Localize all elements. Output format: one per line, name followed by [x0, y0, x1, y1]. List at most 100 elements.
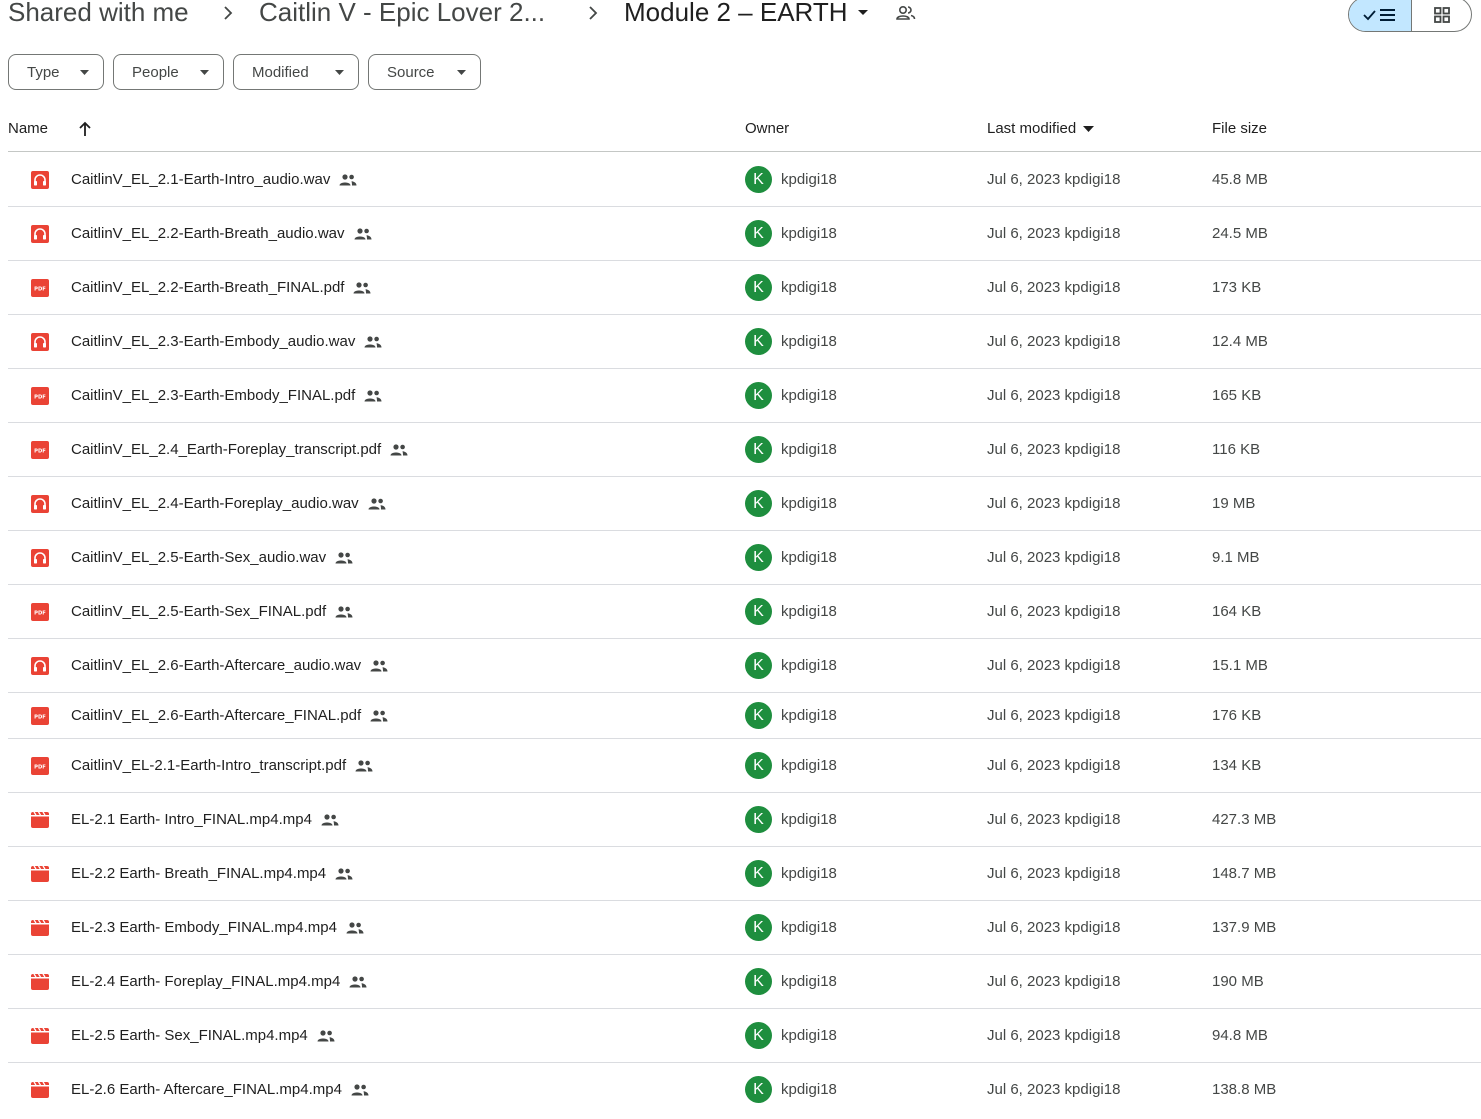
owner-avatar: K — [745, 652, 772, 679]
shared-people-icon — [351, 1083, 369, 1095]
check-list-view-icon — [1363, 8, 1395, 21]
owner-name: kpdigi18 — [781, 603, 837, 620]
owner-name: kpdigi18 — [781, 757, 837, 774]
file-row[interactable]: PDF CaitlinV_EL_2.5-Earth-Sex_FINAL.pdf Kk… — [8, 585, 1481, 639]
video-file-icon — [31, 973, 49, 990]
file-name[interactable]: CaitlinV_EL_2.2-Earth-Breath_FINAL.pdf — [71, 279, 371, 296]
filter-source-chip[interactable]: Source — [368, 54, 481, 90]
shared-people-icon — [353, 281, 371, 293]
last-modified: Jul 6, 2023 kpdigi18 — [987, 549, 1121, 566]
last-modified: Jul 6, 2023 kpdigi18 — [987, 603, 1121, 620]
file-name[interactable]: CaitlinV_EL_2.5-Earth-Sex_FINAL.pdf — [71, 603, 353, 620]
file-row[interactable]: EL-2.4 Earth- Foreplay_FINAL.mp4.mp4 Kkpd… — [8, 955, 1481, 1009]
file-row[interactable]: CaitlinV_EL_2.2-Earth-Breath_audio.wav Kk… — [8, 207, 1481, 261]
file-name[interactable]: CaitlinV_EL_2.6-Earth-Aftercare_audio.wa… — [71, 657, 388, 674]
file-name[interactable]: CaitlinV_EL-2.1-Earth-Intro_transcript.p… — [71, 757, 373, 774]
file-name-text: EL-2.2 Earth- Breath_FINAL.mp4.mp4 — [71, 865, 327, 882]
audio-file-icon — [31, 225, 49, 243]
video-file-icon — [31, 1081, 49, 1098]
file-name-text: CaitlinV_EL_2.4-Earth-Foreplay_audio.wav — [71, 495, 359, 512]
file-name[interactable]: EL-2.5 Earth- Sex_FINAL.mp4.mp4 — [71, 1027, 335, 1044]
file-row[interactable]: PDF CaitlinV_EL_2.4_Earth-Foreplay_transc… — [8, 423, 1481, 477]
file-size: 45.8 MB — [1212, 171, 1268, 188]
file-row[interactable]: CaitlinV_EL_2.5-Earth-Sex_audio.wav Kkpdi… — [8, 531, 1481, 585]
last-modified: Jul 6, 2023 kpdigi18 — [987, 279, 1121, 296]
shared-people-icon — [349, 975, 367, 987]
filter-modified-chip[interactable]: Modified — [233, 54, 359, 90]
list-view-button[interactable] — [1349, 0, 1412, 31]
file-row[interactable]: PDF CaitlinV_EL_2.6-Earth-Aftercare_FINAL… — [8, 693, 1481, 739]
shared-folder-people-icon[interactable] — [895, 4, 917, 22]
column-last-modified-header[interactable]: Last modified — [987, 120, 1095, 137]
owner-avatar: K — [745, 382, 772, 409]
filter-people-chip[interactable]: People — [113, 54, 224, 90]
owner-avatar: K — [745, 752, 772, 779]
svg-text:PDF: PDF — [34, 765, 46, 771]
file-size: 94.8 MB — [1212, 1027, 1268, 1044]
pdf-file-icon: PDF — [31, 279, 49, 297]
owner-avatar: K — [745, 274, 772, 301]
column-owner-header[interactable]: Owner — [745, 120, 789, 137]
file-name[interactable]: CaitlinV_EL_2.5-Earth-Sex_audio.wav — [71, 549, 353, 566]
file-list-header: Name Owner Last modified File size — [8, 112, 1481, 152]
file-row[interactable]: EL-2.5 Earth- Sex_FINAL.mp4.mp4 Kkpdigi18… — [8, 1009, 1481, 1063]
audio-file-icon — [31, 549, 49, 567]
file-row[interactable]: EL-2.2 Earth- Breath_FINAL.mp4.mp4 Kkpdig… — [8, 847, 1481, 901]
file-row[interactable]: EL-2.3 Earth- Embody_FINAL.mp4.mp4 Kkpdig… — [8, 901, 1481, 955]
file-row[interactable]: EL-2.6 Earth- Aftercare_FINAL.mp4.mp4 Kkp… — [8, 1063, 1481, 1117]
file-name[interactable]: CaitlinV_EL_2.4_Earth-Foreplay_transcrip… — [71, 441, 408, 458]
video-file-icon — [31, 1027, 49, 1044]
file-name[interactable]: CaitlinV_EL_2.2-Earth-Breath_audio.wav — [71, 225, 372, 242]
file-name[interactable]: EL-2.1 Earth- Intro_FINAL.mp4.mp4 — [71, 811, 339, 828]
breadcrumb-shared-with-me[interactable]: Shared with me — [8, 0, 189, 30]
owner-name: kpdigi18 — [781, 657, 837, 674]
filter-type-chip[interactable]: Type — [8, 54, 104, 90]
breadcrumb-parent-folder[interactable]: Caitlin V - Epic Lover 2... — [259, 0, 545, 30]
grid-view-icon — [1433, 6, 1450, 23]
arrow-up-icon[interactable] — [78, 121, 92, 137]
owner-avatar: K — [745, 860, 772, 887]
file-name[interactable]: EL-2.2 Earth- Breath_FINAL.mp4.mp4 — [71, 865, 353, 882]
breadcrumb-current-folder[interactable]: Module 2 – EARTH — [624, 0, 868, 30]
file-name-text: EL-2.5 Earth- Sex_FINAL.mp4.mp4 — [71, 1027, 308, 1044]
file-name[interactable]: CaitlinV_EL_2.1-Earth-Intro_audio.wav — [71, 171, 357, 188]
owner-avatar: K — [745, 328, 772, 355]
grid-view-button[interactable] — [1412, 0, 1471, 31]
shared-people-icon — [368, 497, 386, 509]
file-name-text: CaitlinV_EL_2.3-Earth-Embody_FINAL.pdf — [71, 387, 356, 404]
file-name[interactable]: CaitlinV_EL_2.3-Earth-Embody_audio.wav — [71, 333, 382, 350]
file-row[interactable]: PDF CaitlinV_EL-2.1-Earth-Intro_transcrip… — [8, 739, 1481, 793]
current-folder-title: Module 2 – EARTH — [624, 0, 848, 27]
pdf-file-icon: PDF — [31, 707, 49, 725]
caret-down-icon — [200, 70, 209, 75]
file-size: 190 MB — [1212, 973, 1264, 990]
file-row[interactable]: CaitlinV_EL_2.4-Earth-Foreplay_audio.wav… — [8, 477, 1481, 531]
file-name[interactable]: CaitlinV_EL_2.4-Earth-Foreplay_audio.wav — [71, 495, 386, 512]
owner-avatar: K — [745, 544, 772, 571]
pdf-file-icon: PDF — [31, 603, 49, 621]
caret-down-icon — [80, 70, 89, 75]
file-row[interactable]: PDF CaitlinV_EL_2.2-Earth-Breath_FINAL.pd… — [8, 261, 1481, 315]
file-name[interactable]: CaitlinV_EL_2.3-Earth-Embody_FINAL.pdf — [71, 387, 382, 404]
file-row[interactable]: CaitlinV_EL_2.1-Earth-Intro_audio.wav Kkp… — [8, 153, 1481, 207]
file-row[interactable]: CaitlinV_EL_2.6-Earth-Aftercare_audio.wa… — [8, 639, 1481, 693]
file-name[interactable]: EL-2.3 Earth- Embody_FINAL.mp4.mp4 — [71, 919, 364, 936]
file-name[interactable]: EL-2.4 Earth- Foreplay_FINAL.mp4.mp4 — [71, 973, 367, 990]
file-name[interactable]: CaitlinV_EL_2.6-Earth-Aftercare_FINAL.pd… — [71, 707, 388, 724]
column-name-header[interactable]: Name — [8, 120, 48, 137]
file-size: 116 KB — [1212, 441, 1261, 458]
last-modified: Jul 6, 2023 kpdigi18 — [987, 1081, 1121, 1098]
file-row[interactable]: CaitlinV_EL_2.3-Earth-Embody_audio.wav Kk… — [8, 315, 1481, 369]
file-row[interactable]: EL-2.1 Earth- Intro_FINAL.mp4.mp4 Kkpdigi… — [8, 793, 1481, 847]
column-file-size-header[interactable]: File size — [1212, 120, 1267, 137]
file-name-text: EL-2.4 Earth- Foreplay_FINAL.mp4.mp4 — [71, 973, 341, 990]
owner-avatar: K — [745, 702, 772, 729]
file-name[interactable]: EL-2.6 Earth- Aftercare_FINAL.mp4.mp4 — [71, 1081, 369, 1098]
file-size: 138.8 MB — [1212, 1081, 1277, 1098]
owner-avatar: K — [745, 1022, 772, 1049]
owner-avatar: K — [745, 598, 772, 625]
owner-avatar: K — [745, 968, 772, 995]
file-name-text: EL-2.3 Earth- Embody_FINAL.mp4.mp4 — [71, 919, 337, 936]
file-row[interactable]: PDF CaitlinV_EL_2.3-Earth-Embody_FINAL.pd… — [8, 369, 1481, 423]
file-name-text: EL-2.6 Earth- Aftercare_FINAL.mp4.mp4 — [71, 1081, 342, 1098]
